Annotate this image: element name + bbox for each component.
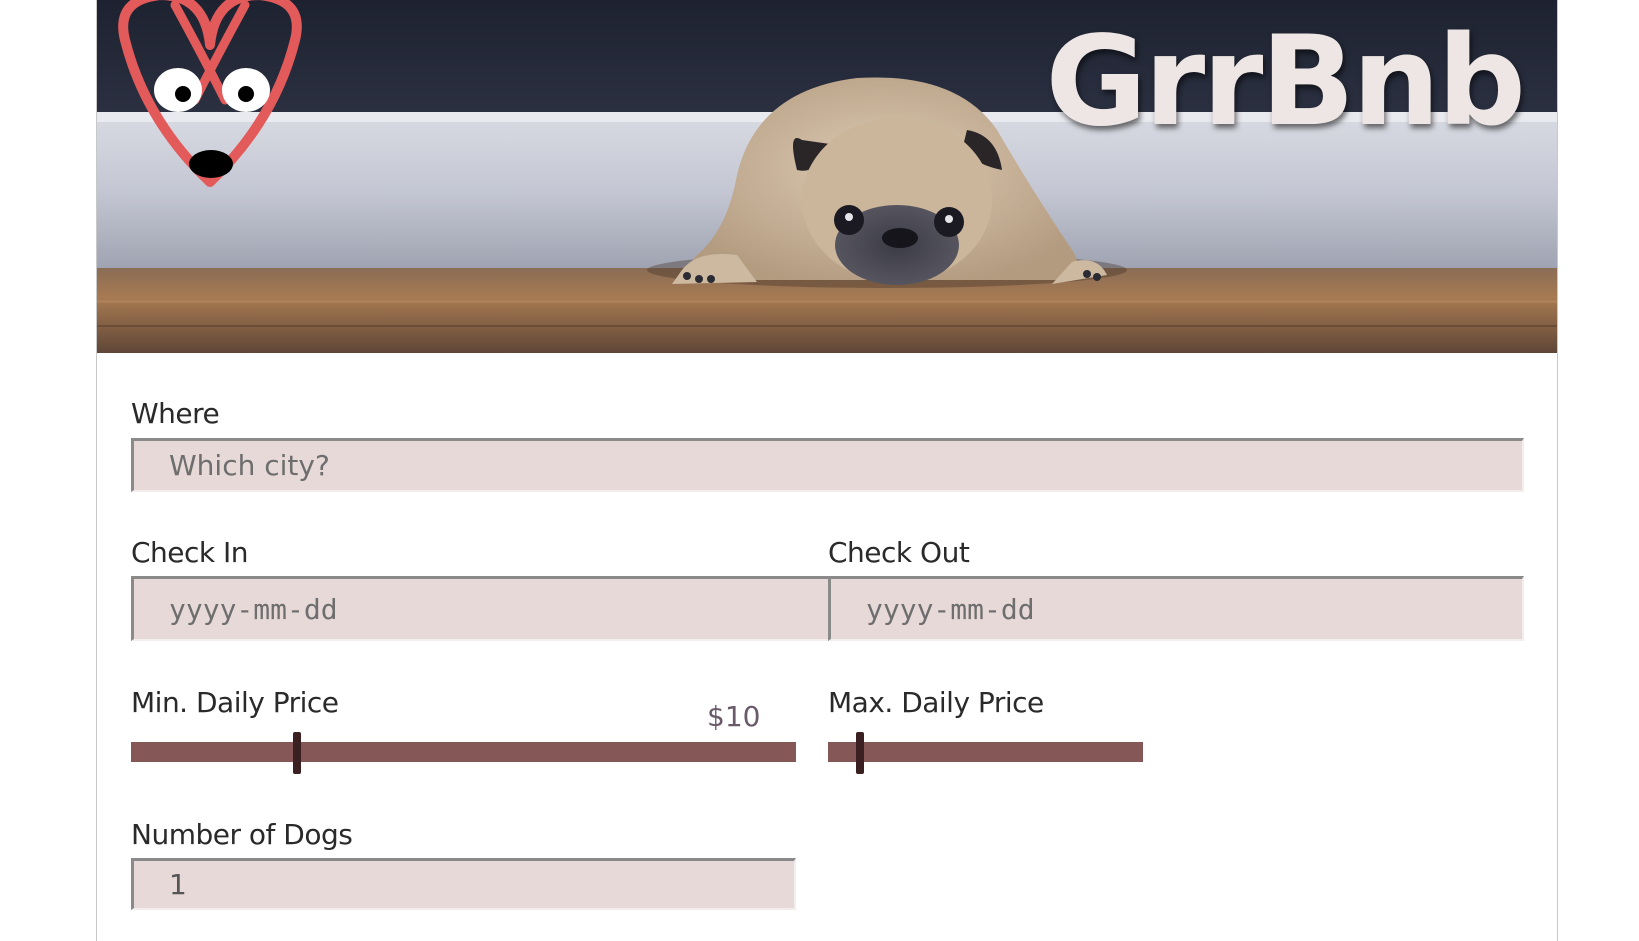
min-price-slider[interactable] xyxy=(131,732,796,774)
check-out-label: Check Out xyxy=(828,536,970,569)
where-input[interactable] xyxy=(131,438,1524,492)
check-in-label: Check In xyxy=(131,536,249,569)
hero-banner: GrrBnb xyxy=(97,0,1557,353)
check-in-input[interactable] xyxy=(131,576,830,641)
dogs-input[interactable] xyxy=(131,858,796,910)
max-price-slider-thumb[interactable] xyxy=(856,732,864,774)
search-card: GrrBnb Where Check In Check Out Min. Dai… xyxy=(96,0,1558,941)
max-price-slider[interactable] xyxy=(828,732,1143,774)
min-price-value: $10 xyxy=(707,700,761,733)
max-price-label: Max. Daily Price xyxy=(828,686,1044,719)
dogs-label: Number of Dogs xyxy=(131,818,353,851)
dog-face-logo-icon xyxy=(118,0,302,187)
check-out-input[interactable] xyxy=(828,576,1524,641)
brand-title: GrrBnb xyxy=(1045,10,1526,154)
min-price-label: Min. Daily Price xyxy=(131,686,339,719)
min-price-slider-thumb[interactable] xyxy=(293,732,301,774)
where-label: Where xyxy=(131,397,220,430)
